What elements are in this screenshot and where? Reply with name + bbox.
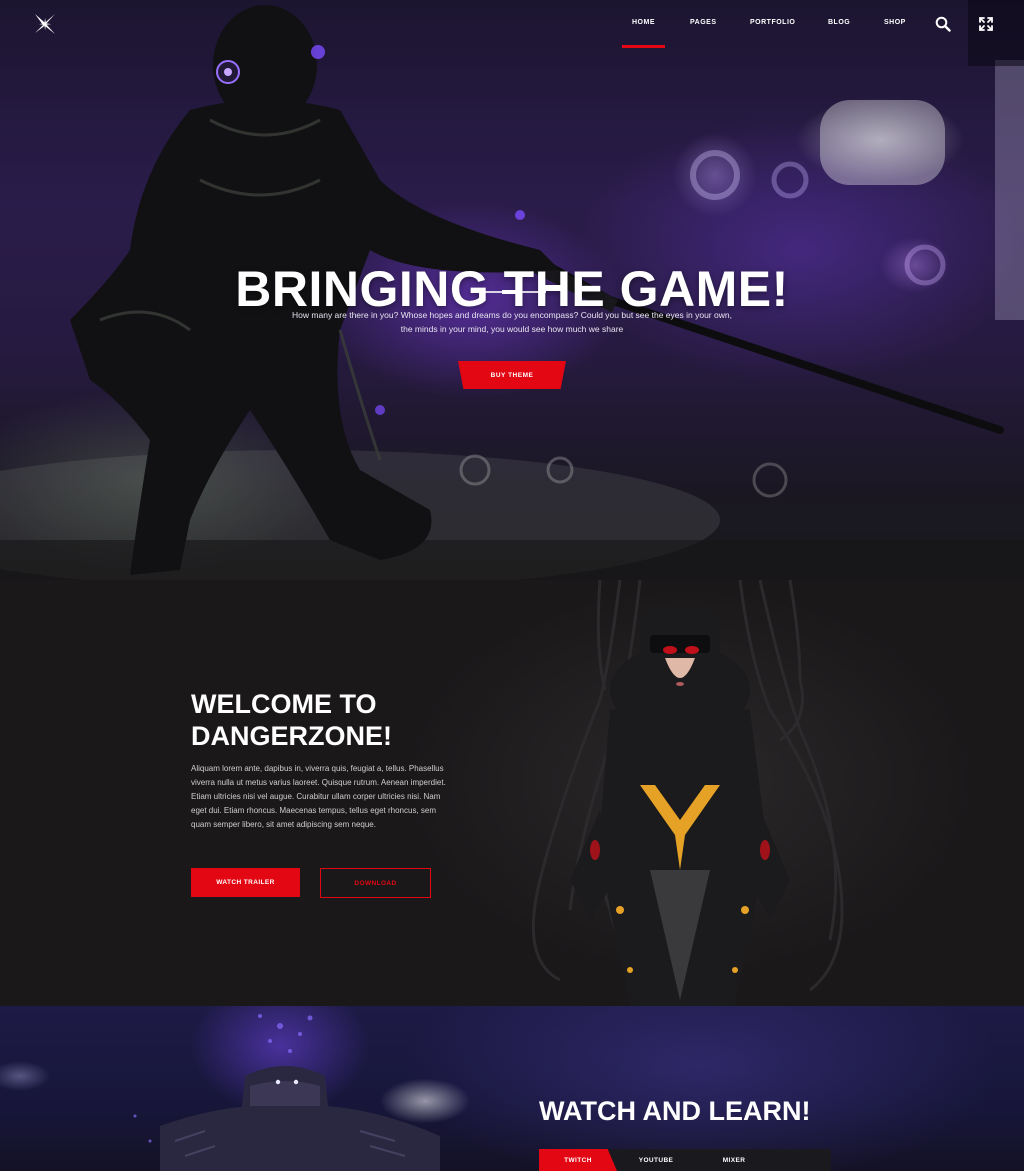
welcome-title: WELCOME TO DANGERZONE! — [191, 688, 491, 752]
menu-item-shop[interactable]: SHOP — [884, 19, 906, 26]
fullscreen-icon[interactable] — [978, 16, 994, 32]
video-tabs: TWITCH YOUTUBE MIXER — [539, 1149, 831, 1171]
hero-subtitle: How many are there in you? Whose hopes a… — [262, 308, 762, 336]
search-icon[interactable] — [935, 16, 951, 32]
hero-subtitle-line-1: How many are there in you? Whose hopes a… — [292, 310, 732, 320]
menu-item-portfolio[interactable]: PORTFOLIO — [750, 19, 795, 26]
welcome-section: WELCOME TO DANGERZONE! Aliquam lorem ant… — [0, 580, 1024, 1006]
watch-section: WATCH AND LEARN! TWITCH YOUTUBE MIXER — [0, 1006, 1024, 1171]
hero-subtitle-line-2: the minds in your mind, you would see ho… — [400, 324, 624, 334]
cyber-girl-image — [531, 580, 844, 1006]
nav-side-panel — [968, 0, 1024, 66]
x-star-logo-icon[interactable] — [33, 12, 57, 36]
top-navigation: HOME PAGES PORTFOLIO BLOG SHOP — [0, 0, 1024, 66]
watch-title: WATCH AND LEARN! — [539, 1096, 811, 1126]
hero-section: BRINGING THE GAME! How many are there in… — [0, 0, 1024, 580]
download-button[interactable]: DOWNLOAD — [320, 868, 431, 898]
welcome-title-line-1: WELCOME TO — [191, 689, 377, 719]
tab-twitch[interactable]: TWITCH — [539, 1149, 617, 1171]
menu-item-pages[interactable]: PAGES — [690, 19, 717, 26]
menu-item-blog[interactable]: BLOG — [828, 19, 850, 26]
tab-mixer[interactable]: MIXER — [695, 1149, 773, 1171]
tab-youtube[interactable]: YOUTUBE — [617, 1149, 695, 1171]
buy-theme-button[interactable]: BUY THEME — [458, 361, 566, 389]
watch-trailer-button[interactable]: WATCH TRAILER — [191, 868, 300, 897]
welcome-body-text: Aliquam lorem ante, dapibus in, viverra … — [191, 764, 446, 829]
hero-divider — [478, 290, 546, 294]
menu-item-home[interactable]: HOME — [622, 19, 665, 48]
ninja-character-image — [133, 1014, 440, 1171]
welcome-title-line-2: DANGERZONE! — [191, 721, 392, 751]
